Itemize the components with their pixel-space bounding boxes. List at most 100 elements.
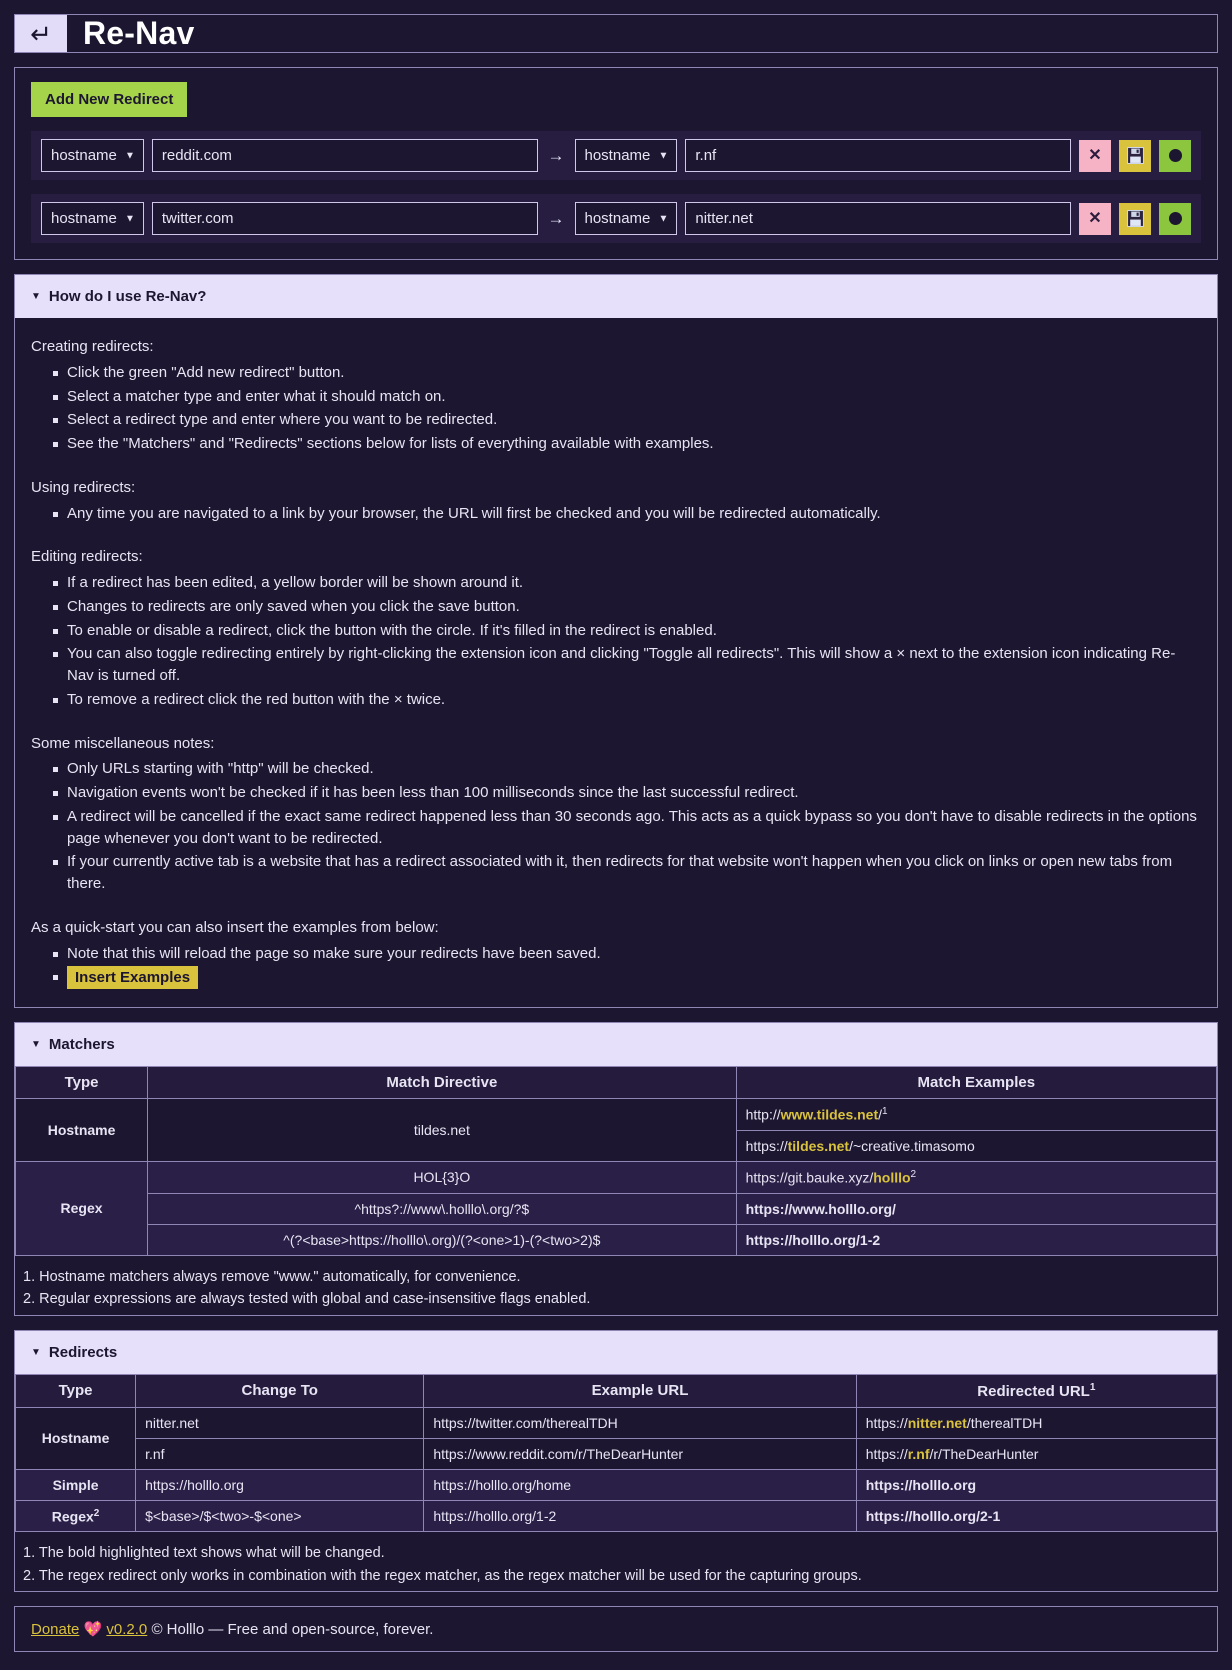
donate-link[interactable]: Donate [31, 1621, 79, 1638]
triangle-down-icon: ▼ [31, 1039, 41, 1051]
redirect-post: /r/TheDearHunter [929, 1445, 1039, 1462]
table-row: r.nf https://www.reddit.com/r/TheDearHun… [15, 1437, 1218, 1470]
redirects-section-title: Redirects [48, 1343, 118, 1361]
matcher-type-select[interactable]: hostname ▼ [41, 139, 144, 172]
table-row: Hostname nitter.net https://twitter.com/… [14, 1406, 1218, 1470]
help-section-header[interactable]: ▼ How do I use Re-Nav? [15, 275, 1217, 318]
editing-list: If a redirect has been edited, a yellow … [31, 572, 1201, 711]
table-row: Hostname tildes.net http://www.tildes.ne… [14, 1098, 1218, 1162]
redirected-url: https://holllo.org [855, 1468, 1218, 1501]
filled-circle-icon [1168, 212, 1182, 225]
redirect-type-regex-text: Regex [51, 1508, 94, 1525]
redirect-editor-panel: Add New Redirect hostname ▼ → hostname ▼… [14, 67, 1218, 260]
match-example: https://holllo.org/1-2 [735, 1223, 1218, 1256]
redirect-type-select[interactable]: hostname ▼ [574, 139, 678, 172]
table-header-row: Type Match Directive Match Examples [14, 1066, 1218, 1100]
table-row: Simple https://holllo.org https://holllo… [14, 1468, 1218, 1501]
match-example: https://git.bauke.xyz/holllo2 [735, 1160, 1218, 1194]
redirect-type-hostname: Hostname [14, 1406, 137, 1470]
matcher-type-hostname: Hostname [14, 1098, 149, 1162]
footnote: 2. The regex redirect only works in comb… [23, 1567, 862, 1584]
toggle-redirect-button[interactable] [1159, 202, 1191, 235]
column-header-examples: Match Examples [735, 1066, 1218, 1100]
quickstart-label: As a quick-start you can also insert the… [31, 918, 439, 936]
example-highlight: tildes.net [787, 1137, 850, 1154]
table-header-row: Type Change To Example URL Redirected UR… [14, 1373, 1218, 1408]
triangle-down-icon: ▼ [31, 291, 41, 302]
matchers-section-header[interactable]: ▼ Matchers [15, 1023, 1217, 1067]
match-example: https://www.holllo.org/ [735, 1192, 1218, 1225]
arrow-right-icon: → [547, 208, 565, 228]
delete-redirect-button[interactable]: ✕ [1079, 202, 1111, 235]
save-redirect-button[interactable] [1119, 202, 1151, 235]
change-to: r.nf [135, 1437, 425, 1470]
matchers-section: ▼ Matchers Type Match Directive Match Ex… [14, 1022, 1218, 1316]
version-link[interactable]: v0.2.0 [106, 1621, 147, 1638]
redirect-row: hostname ▼ → hostname ▼ ✕ [31, 131, 1201, 180]
page-root: ↵ Re-Nav Add New Redirect hostname ▼ → h… [0, 0, 1232, 1670]
chevron-down-icon: ▼ [658, 213, 669, 224]
floppy-disk-icon [1126, 147, 1144, 164]
editing-label: Editing redirects: [31, 548, 143, 566]
using-label: Using redirects: [31, 478, 136, 496]
help-section: ▼ How do I use Re-Nav? Creating redirect… [14, 274, 1218, 1009]
misc-list: Only URLs starting with "http" will be c… [31, 758, 1201, 895]
example-footnote-ref: 2 [910, 1168, 917, 1180]
type-footnote-ref: 2 [93, 1507, 100, 1519]
triangle-down-icon: ▼ [31, 1346, 41, 1358]
redirects-table: Type Change To Example URL Redirected UR… [14, 1373, 1218, 1533]
list-item: Insert Examples [53, 966, 1201, 990]
example-url: https://holllo.org/home [423, 1468, 857, 1501]
table-row: ^https?://www\.holllo\.org/?$ https://ww… [15, 1192, 1218, 1225]
redirect-type-select[interactable]: hostname ▼ [574, 202, 678, 235]
delete-redirect-button[interactable]: ✕ [1079, 139, 1111, 172]
example-pre: https://git.bauke.xyz/ [745, 1169, 874, 1186]
misc-label: Some miscellaneous notes: [31, 734, 215, 752]
floppy-disk-icon [1126, 210, 1144, 227]
redirect-type-value: hostname [584, 147, 651, 164]
return-arrow-icon: ↵ [15, 15, 67, 52]
list-item: Note that this will reload the page so m… [53, 943, 1201, 965]
redirects-notes: 1. The bold highlighted text shows what … [15, 1532, 1217, 1591]
redirect-value-input[interactable] [685, 139, 1071, 172]
redirects-section-header[interactable]: ▼ Redirects [15, 1330, 1217, 1374]
quickstart-list: Note that this will reload the page so m… [31, 943, 1201, 990]
matchers-table: Type Match Directive Match Examples Host… [14, 1066, 1218, 1256]
list-item: Select a redirect type and enter where y… [53, 409, 1201, 431]
matcher-value-input[interactable] [151, 139, 538, 172]
help-section-body: Creating redirects: Click the green "Add… [15, 318, 1217, 1007]
column-header-redirected-url: Redirected URL1 [855, 1373, 1218, 1408]
heart-icon: 💖 [83, 1621, 103, 1639]
redirected-url: https://holllo.org/2-1 [855, 1499, 1218, 1533]
using-list: Any time you are navigated to a link by … [31, 503, 1201, 525]
matcher-value-input[interactable] [151, 202, 538, 235]
example-footnote-ref: 1 [882, 1106, 888, 1118]
matcher-directive: HOL{3}O [147, 1160, 737, 1194]
arrow-right-icon: → [547, 145, 565, 165]
example-url: https://holllo.org/1-2 [423, 1499, 857, 1533]
example-highlight: www.tildes.net [780, 1106, 879, 1123]
footnote: 1. The bold highlighted text shows what … [23, 1545, 385, 1562]
add-new-redirect-button[interactable]: Add New Redirect [31, 82, 188, 117]
redirect-type-regex: Regex2 [14, 1499, 137, 1533]
list-item: Any time you are navigated to a link by … [53, 503, 1201, 525]
toggle-redirect-button[interactable] [1159, 139, 1191, 172]
redirect-value-input[interactable] [685, 202, 1071, 235]
change-to: nitter.net [135, 1406, 425, 1439]
example-pre: http:// [745, 1106, 781, 1123]
table-row: Regex HOL{3}O https://git.bauke.xyz/holl… [14, 1160, 1218, 1256]
insert-examples-button[interactable]: Insert Examples [67, 966, 199, 990]
list-item: Only URLs starting with "http" will be c… [53, 758, 1201, 780]
list-item: Navigation events won't be checked if it… [53, 782, 1201, 804]
table-row: Regex2 $<base>/$<two>-$<one> https://hol… [14, 1499, 1218, 1533]
footnote: 2. Regular expressions are always tested… [23, 1291, 591, 1308]
matchers-notes: 1. Hostname matchers always remove "www.… [15, 1256, 1217, 1315]
list-item: A redirect will be cancelled if the exac… [53, 806, 1201, 850]
example-url: https://twitter.com/therealTDH [423, 1406, 857, 1439]
column-header-redirected-url-text: Redirected URL [977, 1382, 1090, 1400]
match-example: http://www.tildes.net/1 [735, 1098, 1218, 1131]
footnote: 1. Hostname matchers always remove "www.… [23, 1268, 521, 1285]
matcher-type-value: hostname [51, 147, 117, 164]
matcher-type-select[interactable]: hostname ▼ [41, 202, 144, 235]
save-redirect-button[interactable] [1119, 139, 1151, 172]
